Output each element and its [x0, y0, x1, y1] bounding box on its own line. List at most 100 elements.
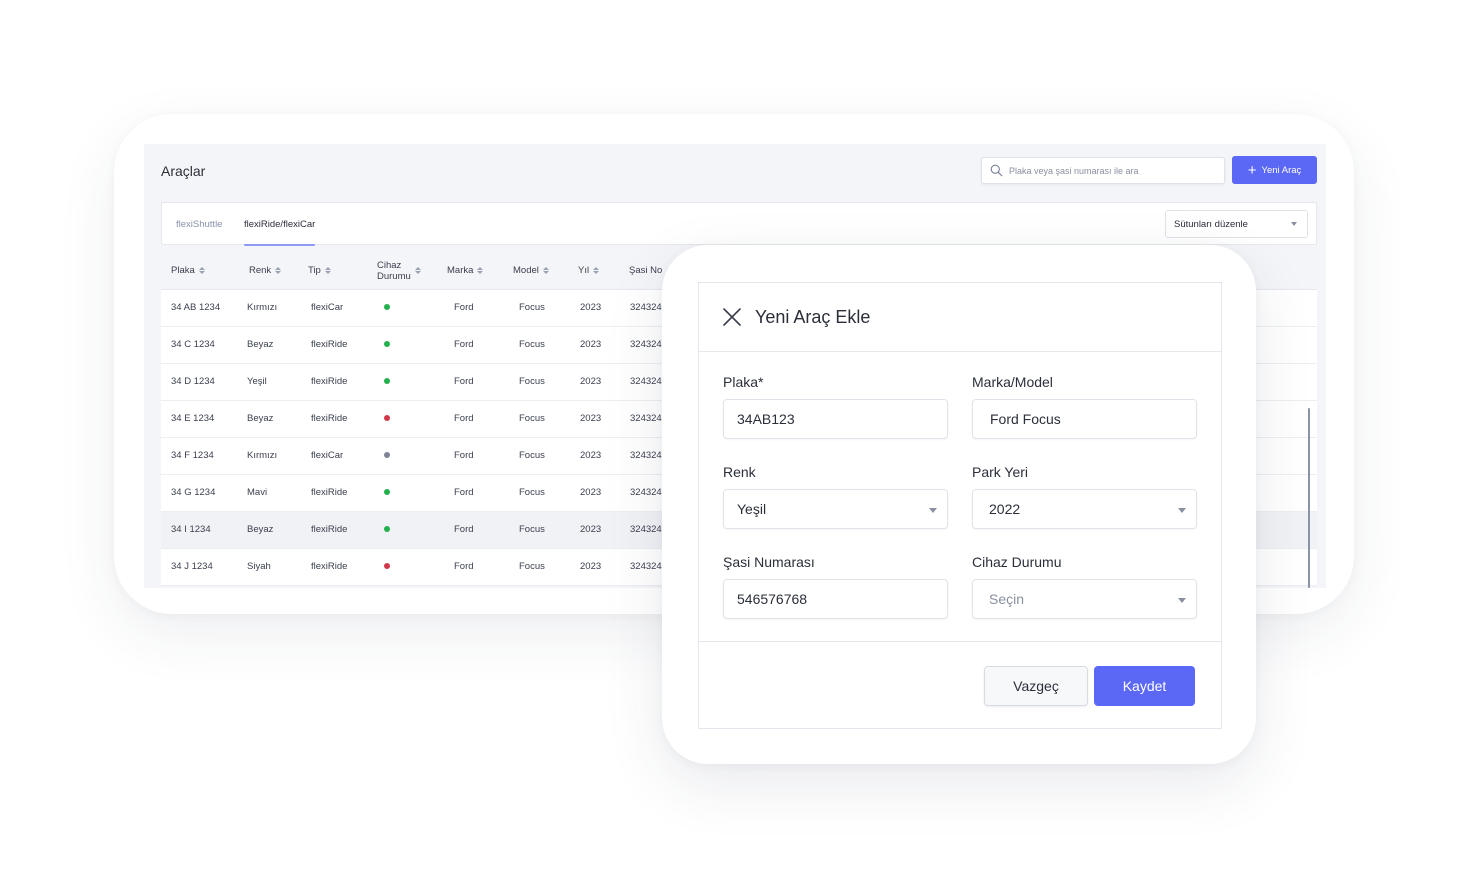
- sort-icon: [198, 267, 205, 274]
- cancel-button[interactable]: Vazgeç: [984, 666, 1088, 706]
- column-header-yil[interactable]: Yıl: [578, 265, 600, 276]
- sasi-input[interactable]: [737, 591, 947, 607]
- edit-columns-select[interactable]: Sütunları düzenle: [1165, 210, 1308, 238]
- column-label: Model: [513, 265, 539, 276]
- column-label-line2: Durumu: [377, 270, 411, 282]
- cell-model: Focus: [519, 413, 545, 424]
- search-box[interactable]: [981, 157, 1225, 184]
- tab-flexiride-flexicar[interactable]: flexiRide/flexiCar: [244, 203, 316, 246]
- cell-yil: 2023: [580, 376, 602, 387]
- cell-tip: flexiRide: [311, 524, 348, 535]
- tab-label: flexiShuttle: [176, 218, 223, 230]
- new-vehicle-button[interactable]: + Yeni Araç: [1232, 156, 1317, 184]
- cell-yil: 2023: [580, 450, 602, 461]
- plus-icon: +: [1247, 161, 1257, 179]
- cell-renk: Kırmızı: [247, 302, 278, 313]
- search-input[interactable]: [1009, 165, 1209, 176]
- column-label: Renk: [249, 265, 272, 276]
- cell-marka: Ford: [454, 339, 474, 350]
- caret-down-icon: [929, 508, 937, 513]
- cell-tip: flexiCar: [311, 302, 344, 313]
- modal-header: Yeni Araç Ekle: [699, 283, 1221, 352]
- column-header-cihaz-durumu[interactable]: Cihaz Durumu: [377, 260, 421, 282]
- vehicle-form: Plaka* Marka/Model Renk Yeşil Park Yeri …: [699, 352, 1221, 642]
- cell-sasi: 324324: [630, 376, 662, 387]
- column-header-sasi-no[interactable]: Şasi No: [629, 265, 662, 276]
- cell-tip: flexiRide: [311, 413, 348, 424]
- caret-down-icon: [1291, 222, 1297, 226]
- cell-model: Focus: [519, 376, 545, 387]
- cell-renk: Beyaz: [247, 413, 274, 424]
- cell-marka: Ford: [454, 413, 474, 424]
- cell-sasi: 324324: [630, 487, 662, 498]
- marka-model-control: [972, 399, 1197, 439]
- sort-icon: [324, 267, 331, 274]
- save-button[interactable]: Kaydet: [1094, 666, 1195, 706]
- page-title: Araçlar: [161, 163, 206, 179]
- column-label: Plaka: [171, 265, 195, 276]
- column-label-line1: Cihaz: [377, 259, 402, 271]
- cell-renk: Beyaz: [247, 339, 274, 350]
- status-dot-green: [384, 489, 390, 495]
- sasi-field: Şasi Numarası: [723, 554, 948, 619]
- cell-sasi: 324324: [630, 413, 662, 424]
- sort-icon: [477, 267, 484, 274]
- cell-marka: Ford: [454, 302, 474, 313]
- renk-label: Renk: [723, 464, 756, 480]
- cell-model: Focus: [519, 524, 545, 535]
- marka-model-input[interactable]: [990, 411, 1196, 427]
- edit-columns-label: Sütunları düzenle: [1174, 218, 1248, 230]
- cell-plaka: 34 C 1234: [171, 339, 215, 350]
- status-dot-gray: [384, 452, 390, 458]
- caret-down-icon: [1178, 508, 1186, 513]
- column-label: Şasi No: [629, 265, 663, 276]
- cell-marka: Ford: [454, 450, 474, 461]
- cell-plaka: 34 G 1234: [171, 487, 216, 498]
- cell-yil: 2023: [580, 524, 602, 535]
- plaka-input[interactable]: [737, 411, 947, 427]
- park-yeri-field: Park Yeri 2022: [972, 464, 1197, 529]
- park-yeri-select[interactable]: 2022: [972, 489, 1197, 529]
- cell-model: Focus: [519, 339, 545, 350]
- sort-icon: [275, 267, 282, 274]
- modal-footer: Vazgeç Kaydet: [699, 642, 1221, 728]
- cell-yil: 2023: [580, 339, 602, 350]
- marka-model-field: Marka/Model: [972, 374, 1197, 439]
- modal-title: Yeni Araç Ekle: [755, 306, 871, 327]
- cell-renk: Mavi: [247, 487, 268, 498]
- cell-model: Focus: [519, 487, 545, 498]
- cell-marka: Ford: [454, 487, 474, 498]
- tab-label: flexiRide/flexiCar: [244, 218, 316, 230]
- renk-field: Renk Yeşil: [723, 464, 948, 529]
- cell-plaka: 34 E 1234: [171, 413, 215, 424]
- column-label: Yıl: [578, 265, 590, 276]
- new-vehicle-label: Yeni Araç: [1261, 164, 1302, 176]
- cell-sasi: 324324: [630, 524, 662, 535]
- column-label: Tip: [308, 265, 321, 276]
- cell-marka: Ford: [454, 376, 474, 387]
- cell-plaka: 34 I 1234: [171, 524, 211, 535]
- table-scrollbar[interactable]: [1308, 408, 1310, 588]
- sort-icon: [593, 267, 600, 274]
- column-header-renk[interactable]: Renk: [249, 265, 282, 276]
- cell-yil: 2023: [580, 302, 602, 313]
- plaka-control: [723, 399, 948, 439]
- sort-icon: [414, 267, 421, 274]
- cell-renk: Kırmızı: [247, 450, 278, 461]
- cell-yil: 2023: [580, 413, 602, 424]
- cihaz-durumu-select[interactable]: Seçin: [972, 579, 1197, 619]
- park-yeri-label: Park Yeri: [972, 464, 1029, 480]
- column-header-marka[interactable]: Marka: [447, 265, 484, 276]
- cell-sasi: 324324: [630, 339, 662, 350]
- column-header-plaka[interactable]: Plaka: [171, 265, 205, 276]
- cell-yil: 2023: [580, 561, 602, 572]
- close-icon[interactable]: [722, 307, 742, 327]
- cell-tip: flexiRide: [311, 376, 348, 387]
- cell-renk: Siyah: [247, 561, 271, 572]
- column-header-tip[interactable]: Tip: [308, 265, 331, 276]
- tab-flexishuttle[interactable]: flexiShuttle: [176, 203, 222, 245]
- cell-sasi: 324324: [630, 302, 662, 313]
- column-header-model[interactable]: Model: [513, 265, 549, 276]
- cell-renk: Yeşil: [247, 376, 267, 387]
- renk-select[interactable]: Yeşil: [723, 489, 948, 529]
